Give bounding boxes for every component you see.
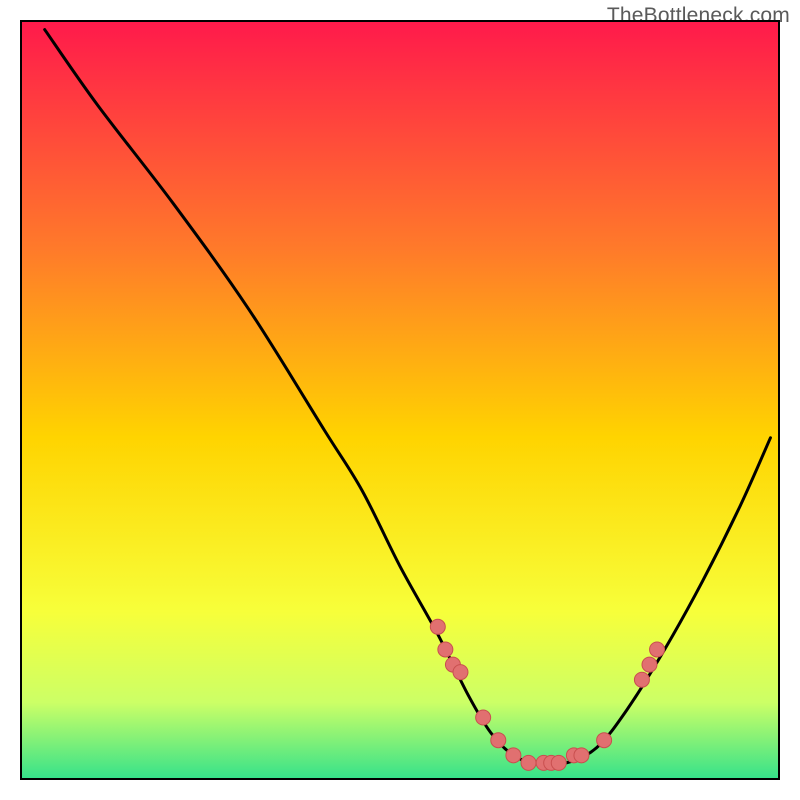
highlight-dot <box>430 619 445 634</box>
highlight-dot <box>506 748 521 763</box>
plot-svg <box>22 22 778 778</box>
highlight-dot <box>574 748 589 763</box>
plot-area <box>20 20 780 780</box>
highlight-dot <box>438 642 453 657</box>
highlight-dot <box>650 642 665 657</box>
highlight-dot <box>597 733 612 748</box>
highlight-dot <box>476 710 491 725</box>
chart-stage: TheBottleneck.com <box>0 0 800 800</box>
highlight-dot <box>551 755 566 770</box>
highlight-dot <box>642 657 657 672</box>
highlight-dot <box>491 733 506 748</box>
highlight-dot <box>453 665 468 680</box>
highlight-dot <box>521 755 536 770</box>
highlight-dots <box>430 619 664 770</box>
highlight-dot <box>634 672 649 687</box>
